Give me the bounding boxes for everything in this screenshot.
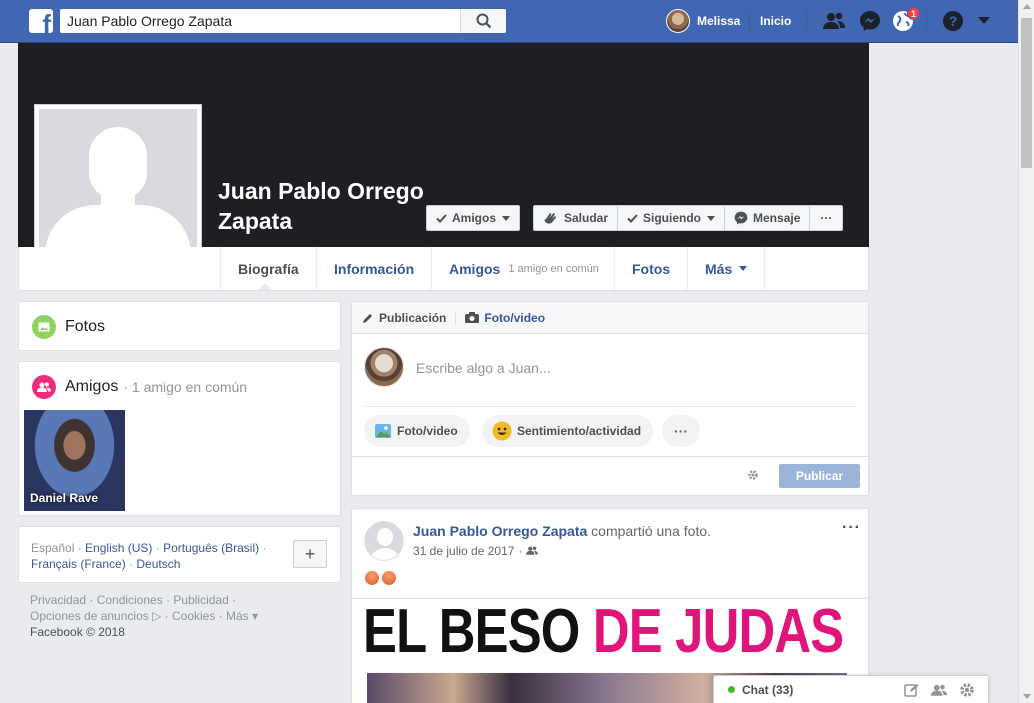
following-button[interactable]: Siguiendo xyxy=(618,206,726,230)
top-navigation-bar: f Melissa Inicio 1 ? xyxy=(0,0,1018,43)
copyright: Facebook © 2018 xyxy=(30,625,125,639)
composer-input[interactable]: Escribe algo a Juan... xyxy=(416,360,551,376)
chat-bar[interactable]: Chat (33) xyxy=(713,675,989,703)
search-button[interactable] xyxy=(460,9,506,33)
friends-button[interactable]: Amigos xyxy=(426,205,521,231)
mutual-friends-count: · 1 amigo en común xyxy=(123,379,248,395)
divider xyxy=(352,456,868,457)
tab-friends[interactable]: Amigos 1 amigo en común xyxy=(431,247,616,290)
smiley-icon xyxy=(492,421,512,441)
nav-divider xyxy=(926,12,927,30)
messenger-icon xyxy=(734,211,748,225)
feeling-activity-pill[interactable]: Sentimiento/actividad xyxy=(482,415,654,447)
friends-audience-icon[interactable] xyxy=(526,544,539,558)
photo-video-pill[interactable]: Foto/video xyxy=(364,415,470,447)
chat-settings-gear-icon[interactable] xyxy=(959,682,975,701)
online-status-icon xyxy=(728,686,735,693)
nav-divider xyxy=(806,12,807,30)
pencil-icon xyxy=(362,312,374,324)
language-link[interactable]: English (US) xyxy=(85,541,152,555)
camera-icon xyxy=(465,312,480,323)
post-author-avatar[interactable] xyxy=(364,521,404,561)
tab-about[interactable]: Información xyxy=(316,247,431,290)
friend-name[interactable]: Daniel Rave xyxy=(30,491,98,505)
friends-card: Amigos · 1 amigo en común Daniel Rave xyxy=(18,361,341,516)
image-headline: EL BESO DE JUDAS xyxy=(363,599,844,666)
composer-avatar xyxy=(364,347,404,387)
photos-card: Fotos xyxy=(18,301,341,351)
help-icon[interactable]: ? xyxy=(941,10,965,32)
timeline-post: Juan Pablo Orrego Zapata compartió una f… xyxy=(351,508,869,703)
post-date[interactable]: 31 de julio de 2017 xyxy=(413,544,514,558)
account-menu-caret-icon[interactable] xyxy=(972,10,996,32)
scroll-up-arrow-icon[interactable] xyxy=(1023,4,1031,9)
new-message-icon[interactable] xyxy=(904,683,919,700)
post-composer: Publicación Foto/video Escribe algo a Ju… xyxy=(351,301,869,496)
wave-hand-icon xyxy=(543,211,559,225)
profile-name: Juan Pablo Orrego Zapata xyxy=(218,178,424,234)
friends-icon xyxy=(32,375,56,399)
angry-emoji-icon xyxy=(365,571,379,585)
language-list: Español · English (US) · Português (Bras… xyxy=(31,541,267,571)
user-avatar xyxy=(666,9,690,33)
message-button[interactable]: Mensaje xyxy=(725,206,811,230)
add-language-button[interactable]: + xyxy=(293,540,327,568)
friends-card-title[interactable]: Amigos · 1 amigo en común xyxy=(32,375,247,399)
notifications-badge: 1 xyxy=(907,7,920,20)
tab-publication[interactable]: Publicación xyxy=(362,311,446,325)
more-options-pill[interactable]: ··· xyxy=(662,415,700,447)
post-options-button[interactable]: ··· xyxy=(842,519,861,537)
post-action-text: compartió una foto. xyxy=(591,523,712,539)
profile-action-buttons: Saludar Siguiendo Mensaje ··· xyxy=(533,205,844,231)
divider xyxy=(364,406,856,407)
friend-thumbnail[interactable]: Daniel Rave xyxy=(24,410,125,511)
post-author-name[interactable]: Juan Pablo Orrego Zapata xyxy=(413,523,587,539)
page-scrollbar[interactable] xyxy=(1018,0,1034,703)
create-group-icon[interactable] xyxy=(931,683,947,700)
publish-button[interactable]: Publicar xyxy=(779,464,860,488)
svg-text:?: ? xyxy=(949,13,958,29)
photo-icon xyxy=(374,423,392,439)
search-icon xyxy=(476,13,491,29)
footer-line[interactable]: Opciones de anuncios ▷ · Cookies · Más ▾ xyxy=(30,608,330,624)
nav-divider xyxy=(749,12,750,30)
language-link[interactable]: Français (France) xyxy=(31,557,126,571)
check-icon xyxy=(627,213,638,223)
footer-line[interactable]: Privacidad · Condiciones · Publicidad · xyxy=(30,592,330,608)
scroll-down-arrow-icon[interactable] xyxy=(1023,694,1031,699)
photos-card-title[interactable]: Fotos xyxy=(32,315,105,339)
active-tab-indicator xyxy=(258,283,272,290)
chevron-down-icon xyxy=(739,266,748,271)
composer-tabs: Publicación Foto/video xyxy=(352,302,868,334)
tab-photos[interactable]: Fotos xyxy=(614,247,687,290)
tab-photo-video[interactable]: Foto/video xyxy=(465,311,545,325)
scroll-thumb[interactable] xyxy=(1021,18,1032,168)
search-input[interactable] xyxy=(60,10,460,32)
settings-gear-icon[interactable] xyxy=(747,469,759,484)
languages-card: Español · English (US) · Português (Bras… xyxy=(18,526,341,583)
post-header: Juan Pablo Orrego Zapata compartió una f… xyxy=(413,523,711,539)
language-current: Español xyxy=(31,541,75,555)
language-link[interactable]: Português (Brasil) xyxy=(163,541,259,555)
post-body-emojis xyxy=(365,571,399,588)
language-link[interactable]: Deutsch xyxy=(136,557,180,571)
friend-requests-icon[interactable] xyxy=(822,10,846,32)
angry-emoji-icon xyxy=(382,571,396,585)
user-name: Melissa xyxy=(697,14,741,28)
more-options-button[interactable]: ··· xyxy=(810,206,842,230)
default-avatar-icon xyxy=(39,109,197,269)
check-icon xyxy=(436,213,447,223)
messenger-icon[interactable] xyxy=(858,10,882,32)
footer-links: Privacidad · Condiciones · Publicidad · … xyxy=(30,592,330,640)
home-link[interactable]: Inicio xyxy=(760,14,791,28)
photo-icon xyxy=(32,315,56,339)
post-meta: 31 de julio de 2017 · xyxy=(413,544,539,558)
wave-button[interactable]: Saludar xyxy=(534,206,619,230)
profile-link[interactable]: Melissa xyxy=(666,9,740,33)
profile-tabs: Biografía Información Amigos 1 amigo en c… xyxy=(18,247,869,291)
tab-more[interactable]: Más xyxy=(687,247,766,290)
facebook-logo[interactable]: f xyxy=(29,9,53,33)
search-box xyxy=(60,9,506,33)
chat-label: Chat (33) xyxy=(742,682,794,697)
